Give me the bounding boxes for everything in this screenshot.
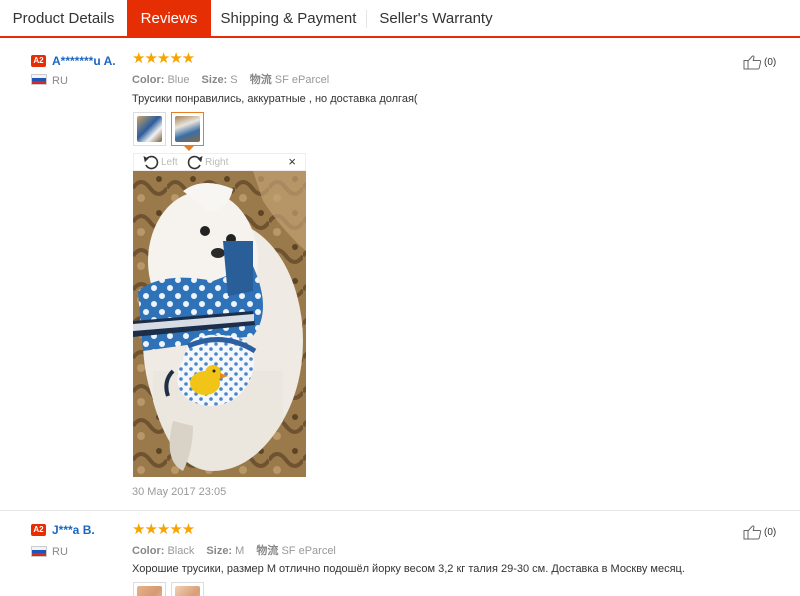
color-value: Black [167, 545, 195, 557]
shipping-label: 物流 [256, 545, 279, 557]
size-value: S [230, 74, 238, 86]
thumbs-up-icon [743, 55, 762, 70]
size-label: Size: [206, 545, 233, 557]
review-item: A2 J***a B. RU ★★★★★ Color: Black Size: … [0, 512, 800, 596]
size-label: Size: [201, 74, 228, 86]
shipping-label: 物流 [249, 74, 272, 86]
tab-sellers-warranty[interactable]: Seller's Warranty [367, 0, 505, 36]
color-value: Blue [167, 74, 190, 86]
reviewer-country: RU [52, 75, 68, 87]
russia-flag-icon [31, 74, 47, 85]
star-rating: ★★★★★ [132, 50, 195, 67]
russia-flag-icon [31, 546, 47, 557]
size-value: M [235, 545, 245, 557]
reviewer-name: A*******u A. [52, 54, 116, 68]
review-photo-thumbnail[interactable] [133, 582, 166, 596]
buyer-level-badge: A2 [31, 55, 46, 67]
thumbs-up-icon [743, 525, 762, 540]
review-photo-image [133, 171, 306, 477]
tab-shipping-payment[interactable]: Shipping & Payment [211, 0, 366, 36]
photo-thumbnail-image [137, 586, 162, 596]
buyer-level-badge: A2 [31, 524, 46, 536]
tab-product-details[interactable]: Product Details [0, 0, 127, 36]
helpful-button[interactable]: (0) [743, 524, 776, 540]
rotate-right-label: Right [205, 156, 229, 168]
order-attributes: Color: Black Size: M 物流 SF eParcel [132, 542, 345, 558]
review-item: A2 A*******u A. RU ★★★★★ Color: Blue Siz… [0, 38, 800, 511]
helpful-button[interactable]: (0) [743, 54, 776, 70]
reviewer-name: J***a B. [52, 523, 95, 537]
review-text: Хорошие трусики, размер М отлично подошё… [132, 563, 685, 575]
reviewer-country: RU [52, 546, 68, 558]
helpful-count: (0) [764, 526, 777, 538]
tab-reviews[interactable]: Reviews [127, 0, 211, 37]
review-text: Трусики понравились, аккуратные , но дос… [132, 93, 418, 105]
rotate-right-button[interactable]: Right [186, 154, 228, 170]
rotate-left-icon [143, 155, 159, 170]
rotate-left-label: Left [161, 156, 178, 168]
shipping-value: SF eParcel [281, 545, 336, 557]
photo-thumbnail-image [175, 586, 200, 596]
review-photo-thumbnail[interactable] [133, 112, 166, 146]
tab-bar: Product Details Reviews Shipping & Payme… [0, 0, 800, 38]
helpful-count: (0) [764, 56, 777, 68]
star-rating: ★★★★★ [132, 521, 195, 538]
review-photo-large [133, 171, 306, 477]
photo-viewer-toolbar: Left Right × [133, 153, 306, 171]
selected-thumbnail-pointer [184, 146, 194, 151]
review-photo-thumbnail[interactable] [171, 582, 204, 596]
shipping-value: SF eParcel [274, 74, 330, 86]
rotate-left-button[interactable]: Left [142, 154, 178, 170]
photo-thumbnail-image [175, 116, 200, 142]
review-date: 30 May 2017 23:05 [132, 486, 227, 498]
order-attributes: Color: Blue Size: S 物流 SF eParcel [132, 71, 338, 87]
close-viewer-button[interactable]: × [288, 154, 296, 170]
color-label: Color: [132, 74, 165, 86]
color-label: Color: [132, 545, 165, 557]
rotate-right-icon [187, 155, 203, 170]
review-photo-thumbnail-selected[interactable] [171, 112, 204, 146]
photo-thumbnail-image [137, 116, 162, 142]
